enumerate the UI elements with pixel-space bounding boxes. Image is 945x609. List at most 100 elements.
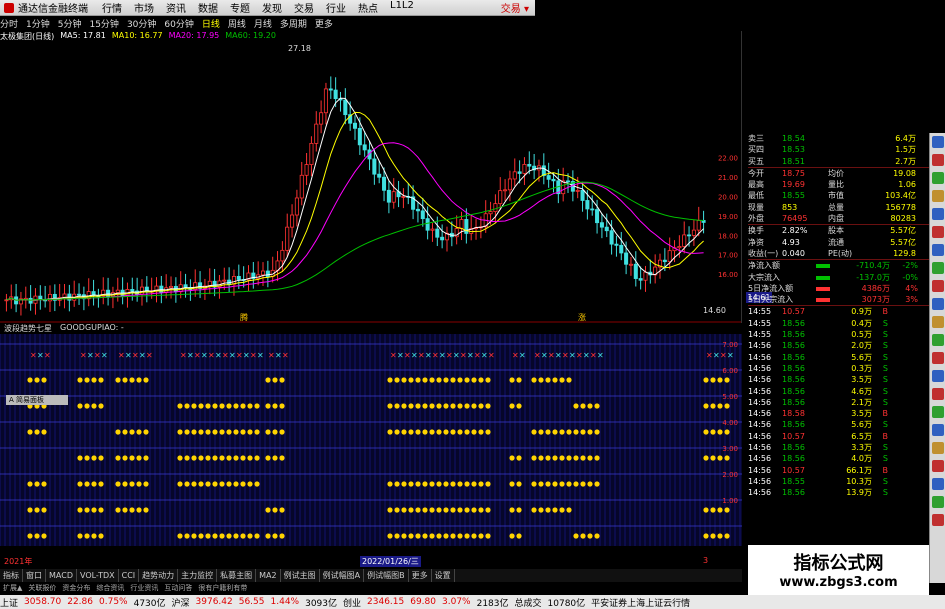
toolbar-icon[interactable] [932,442,944,454]
indicator-tab-4[interactable]: CCI [119,569,140,582]
candle [52,284,57,312]
toolbar-icon[interactable] [932,424,944,436]
toolbar-icon[interactable] [932,334,944,346]
indicator-tab-11[interactable]: 例试幅图B [364,569,409,582]
indicator-tab-9[interactable]: 例试主图 [281,569,320,582]
trend-dot [143,429,149,435]
toolbar-icon[interactable] [932,226,944,238]
trend-dot [191,403,197,409]
candle [415,202,420,223]
trend-dot [436,377,442,383]
signal-mark: ✕ [37,351,44,360]
trend-dot [272,533,278,539]
toolbar-icon[interactable] [932,190,944,202]
extension-tab-4[interactable]: 行业资讯 [127,582,161,594]
trend-dot [27,429,33,435]
indicator-tab-7[interactable]: 私募主图 [217,569,257,582]
toolbar-icon[interactable] [932,352,944,364]
indicator-tab-12[interactable]: 更多 [409,569,432,582]
trend-dot [580,481,586,487]
menu-item-6[interactable]: 交易 [294,0,314,15]
indicator-tab-8[interactable]: MA2 [256,569,281,582]
indicator-tab-5[interactable]: 趋势动力 [139,569,179,582]
extension-tab-6[interactable]: 很有户籍利有带 [195,582,250,594]
indicator-tab-1[interactable]: 窗口 [23,569,46,582]
toolbar-icon[interactable] [932,514,944,526]
indicator-tab-2[interactable]: MACD [46,569,77,582]
menu-item-9[interactable]: L1L2 [390,0,414,15]
indicator-name[interactable]: 波段趋势七星 [4,323,52,334]
extension-tab-5[interactable]: 互动问答 [161,582,195,594]
toolbar-icon[interactable] [932,136,944,148]
kline-chart[interactable]: 22.00 21.00 20.00 19.00 18.00 17.00 16.00 27.18… [0,31,742,323]
event-marker: 腾 [240,312,248,322]
trade-menu-button[interactable]: 交易 ▾ [501,0,529,15]
period-tab-7[interactable]: 周线 [228,17,246,30]
extension-tab-0[interactable]: 扩展▲ [0,582,25,594]
indicator-tab-13[interactable]: 设置 [432,569,455,582]
trend-dot [129,377,135,383]
trend-dot [122,455,128,461]
stat-row: 最高 19.69 量比 1.06 [748,179,929,190]
candle [614,235,619,257]
menu-item-0[interactable]: 行情 [102,0,122,15]
toolbar-icon[interactable] [932,316,944,328]
toolbar-icon[interactable] [932,208,944,220]
fin-label: 净资 [748,237,764,247]
trend-dot [177,429,183,435]
period-tab-0[interactable]: 分时 [0,17,18,30]
period-tab-1[interactable]: 1分钟 [26,17,50,30]
menu-item-7[interactable]: 行业 [326,0,346,15]
menu-item-1[interactable]: 市场 [134,0,154,15]
toolbar-icon[interactable] [932,172,944,184]
indicator-chart[interactable]: 7.006.005.004.003.002.001.00✕ ✕ ✕ ✕ ✕ ✕ ✕ ✕ ✕ ✕ ✕ ✕… [0,334,742,546]
signal-mark: ✕ [243,351,250,360]
period-tab-6[interactable]: 日线 [202,17,220,30]
extension-tab-1[interactable]: 关联报价 [25,582,59,594]
menu-item-4[interactable]: 专题 [230,0,250,15]
period-tab-2[interactable]: 5分钟 [58,17,82,30]
mini-panel-button[interactable]: A 简易面板 [6,395,68,405]
menu-bar: 通达信金融终端 行情 市场 资讯 数据 专题 发现 交易 行业 热点 L1L2 交易 ▾ [0,0,535,16]
toolbar-icon[interactable] [932,388,944,400]
menu-item-2[interactable]: 资讯 [166,0,186,15]
period-tab-10[interactable]: 更多 [315,17,333,30]
trend-dot [573,403,579,409]
toolbar-icon[interactable] [932,244,944,256]
toolbar-icon[interactable] [932,478,944,490]
period-tab-8[interactable]: 月线 [254,17,272,30]
trend-dot [198,403,204,409]
tick-price: 18.56 [782,352,805,362]
trend-dot [212,481,218,487]
toolbar-icon[interactable] [932,154,944,166]
toolbar-icon[interactable] [932,496,944,508]
period-tab-9[interactable]: 多周期 [280,17,307,30]
indicator-tab-0[interactable]: 指标 [0,569,23,582]
trend-dot [485,481,491,487]
trend-dot [464,481,470,487]
indicator-tab-6[interactable]: 主力监控 [178,569,218,582]
toolbar-icon[interactable] [932,280,944,292]
toolbar-icon[interactable] [932,406,944,418]
trend-dot [531,429,537,435]
toolbar-icon[interactable] [932,262,944,274]
trend-dot [279,377,285,383]
toolbar-icon[interactable] [932,298,944,310]
menu-item-8[interactable]: 热点 [358,0,378,15]
period-tab-5[interactable]: 60分钟 [164,17,193,30]
toolbar-icon[interactable] [932,370,944,382]
period-tab-4[interactable]: 30分钟 [127,17,156,30]
extension-tab-2[interactable]: 资金分布 [59,582,93,594]
extension-tab-3[interactable]: 综合资讯 [93,582,127,594]
indicator-tab-3[interactable]: VOL-TDX [77,569,119,582]
fin-value-2: 5.57亿 [890,226,916,236]
menu-item-3[interactable]: 数据 [198,0,218,15]
toolbar-icon[interactable] [932,460,944,472]
trend-dot [710,533,716,539]
trend-dot [566,429,572,435]
period-tab-3[interactable]: 15分钟 [89,17,118,30]
fin-value: 4.93 [782,237,800,247]
tick-row: 14:56 10.57 6.5万 B [748,431,929,442]
indicator-tab-10[interactable]: 例试幅图A [320,569,365,582]
menu-item-5[interactable]: 发现 [262,0,282,15]
